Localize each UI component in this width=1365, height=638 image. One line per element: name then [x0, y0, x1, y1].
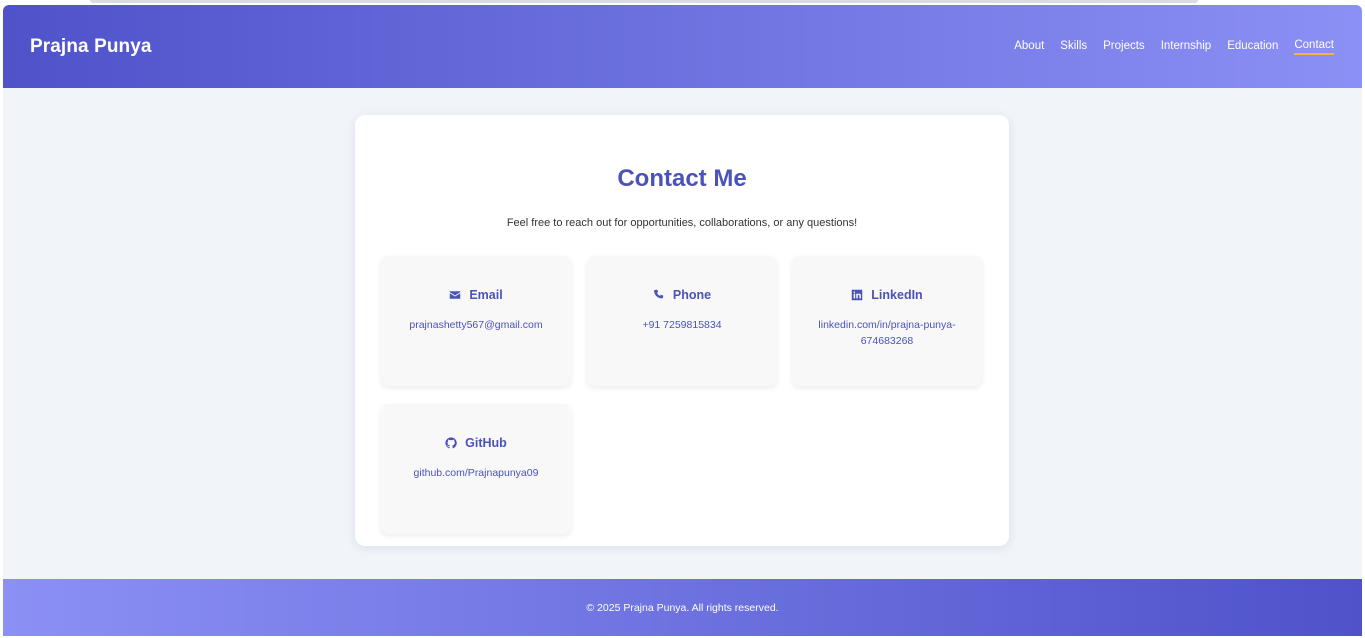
main-content: Contact Me Feel free to reach out for op…: [3, 88, 1362, 579]
email-label: Email: [469, 288, 503, 302]
contact-tile-email: Email prajnashetty567@gmail.com: [381, 256, 571, 386]
site-footer: © 2025 Prajna Punya. All rights reserved…: [3, 579, 1362, 636]
site-header: Prajna Punya About Skills Projects Inter…: [3, 5, 1362, 88]
browser-top-strip: [90, 0, 1198, 3]
site-brand[interactable]: Prajna Punya: [30, 36, 152, 58]
linkedin-icon: [852, 289, 863, 301]
phone-link[interactable]: +91 7259815834: [602, 317, 762, 333]
envelope-icon: [450, 291, 461, 299]
page-frame: Prajna Punya About Skills Projects Inter…: [3, 5, 1362, 636]
github-link[interactable]: github.com/Prajnapunya09: [396, 465, 556, 481]
contact-tile-linkedin: LinkedIn linkedin.com/in/prajna-punya-67…: [792, 256, 982, 386]
phone-icon: [654, 289, 664, 299]
nav-link-about[interactable]: About: [1014, 40, 1044, 54]
nav-link-contact[interactable]: Contact: [1294, 39, 1334, 55]
nav-link-internship[interactable]: Internship: [1161, 40, 1212, 54]
nav-link-projects[interactable]: Projects: [1103, 40, 1145, 54]
github-label: GitHub: [465, 436, 507, 450]
nav-link-education[interactable]: Education: [1227, 40, 1278, 54]
contact-tile-github: GitHub github.com/Prajnapunya09: [381, 404, 571, 534]
linkedin-link[interactable]: linkedin.com/in/prajna-punya-674683268: [807, 317, 967, 349]
footer-copyright: © 2025 Prajna Punya. All rights reserved…: [586, 601, 779, 614]
nav-link-skills[interactable]: Skills: [1060, 40, 1087, 54]
contact-title: Contact Me: [617, 165, 747, 192]
main-nav: About Skills Projects Internship Educati…: [998, 39, 1334, 55]
github-icon: [445, 437, 457, 449]
phone-label: Phone: [672, 288, 712, 302]
contact-tile-phone: Phone +91 7259815834: [587, 256, 777, 386]
contact-card: Contact Me Feel free to reach out for op…: [355, 115, 1009, 546]
linkedin-label: LinkedIn: [871, 288, 923, 302]
email-link[interactable]: prajnashetty567@gmail.com: [396, 317, 556, 333]
contact-subtitle: Feel free to reach out for opportunities…: [506, 217, 858, 229]
